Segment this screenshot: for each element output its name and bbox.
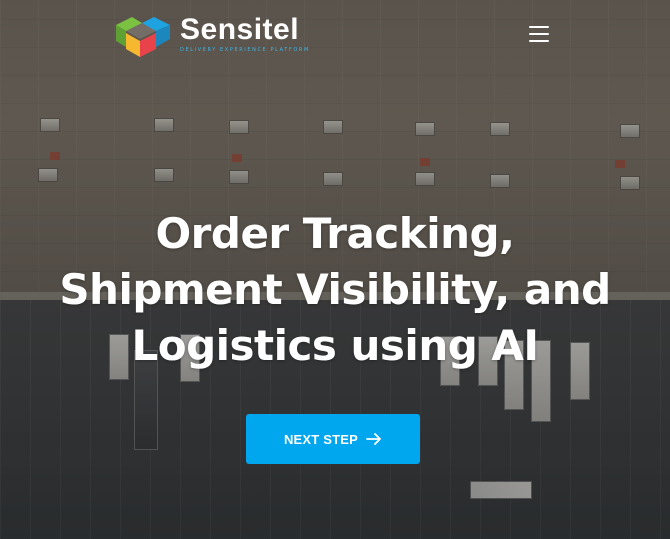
menu-bar	[529, 33, 549, 35]
hamburger-menu-icon[interactable]	[528, 24, 550, 44]
menu-bar	[529, 26, 549, 28]
hero-headline: Order Tracking, Shipment Visibility, and…	[40, 206, 630, 374]
brand-logo[interactable]: Sensitel DELIVERY EXPERIENCE PLATFORM	[112, 11, 312, 57]
brand-tagline: DELIVERY EXPERIENCE PLATFORM	[180, 47, 310, 53]
cube-logo-icon	[116, 17, 170, 57]
hero-section: Sensitel DELIVERY EXPERIENCE PLATFORM Or…	[0, 0, 670, 539]
arrow-right-icon	[366, 433, 381, 445]
brand-name: Sensitel	[180, 13, 300, 46]
next-step-label: NEXT STEP	[283, 431, 359, 447]
headline-line: Logistics using AI	[131, 321, 539, 370]
next-step-button[interactable]: NEXT STEP	[246, 414, 420, 464]
menu-bar	[529, 40, 549, 42]
headline-line: Shipment Visibility, and	[59, 265, 611, 314]
headline-line: Order Tracking,	[155, 209, 515, 258]
